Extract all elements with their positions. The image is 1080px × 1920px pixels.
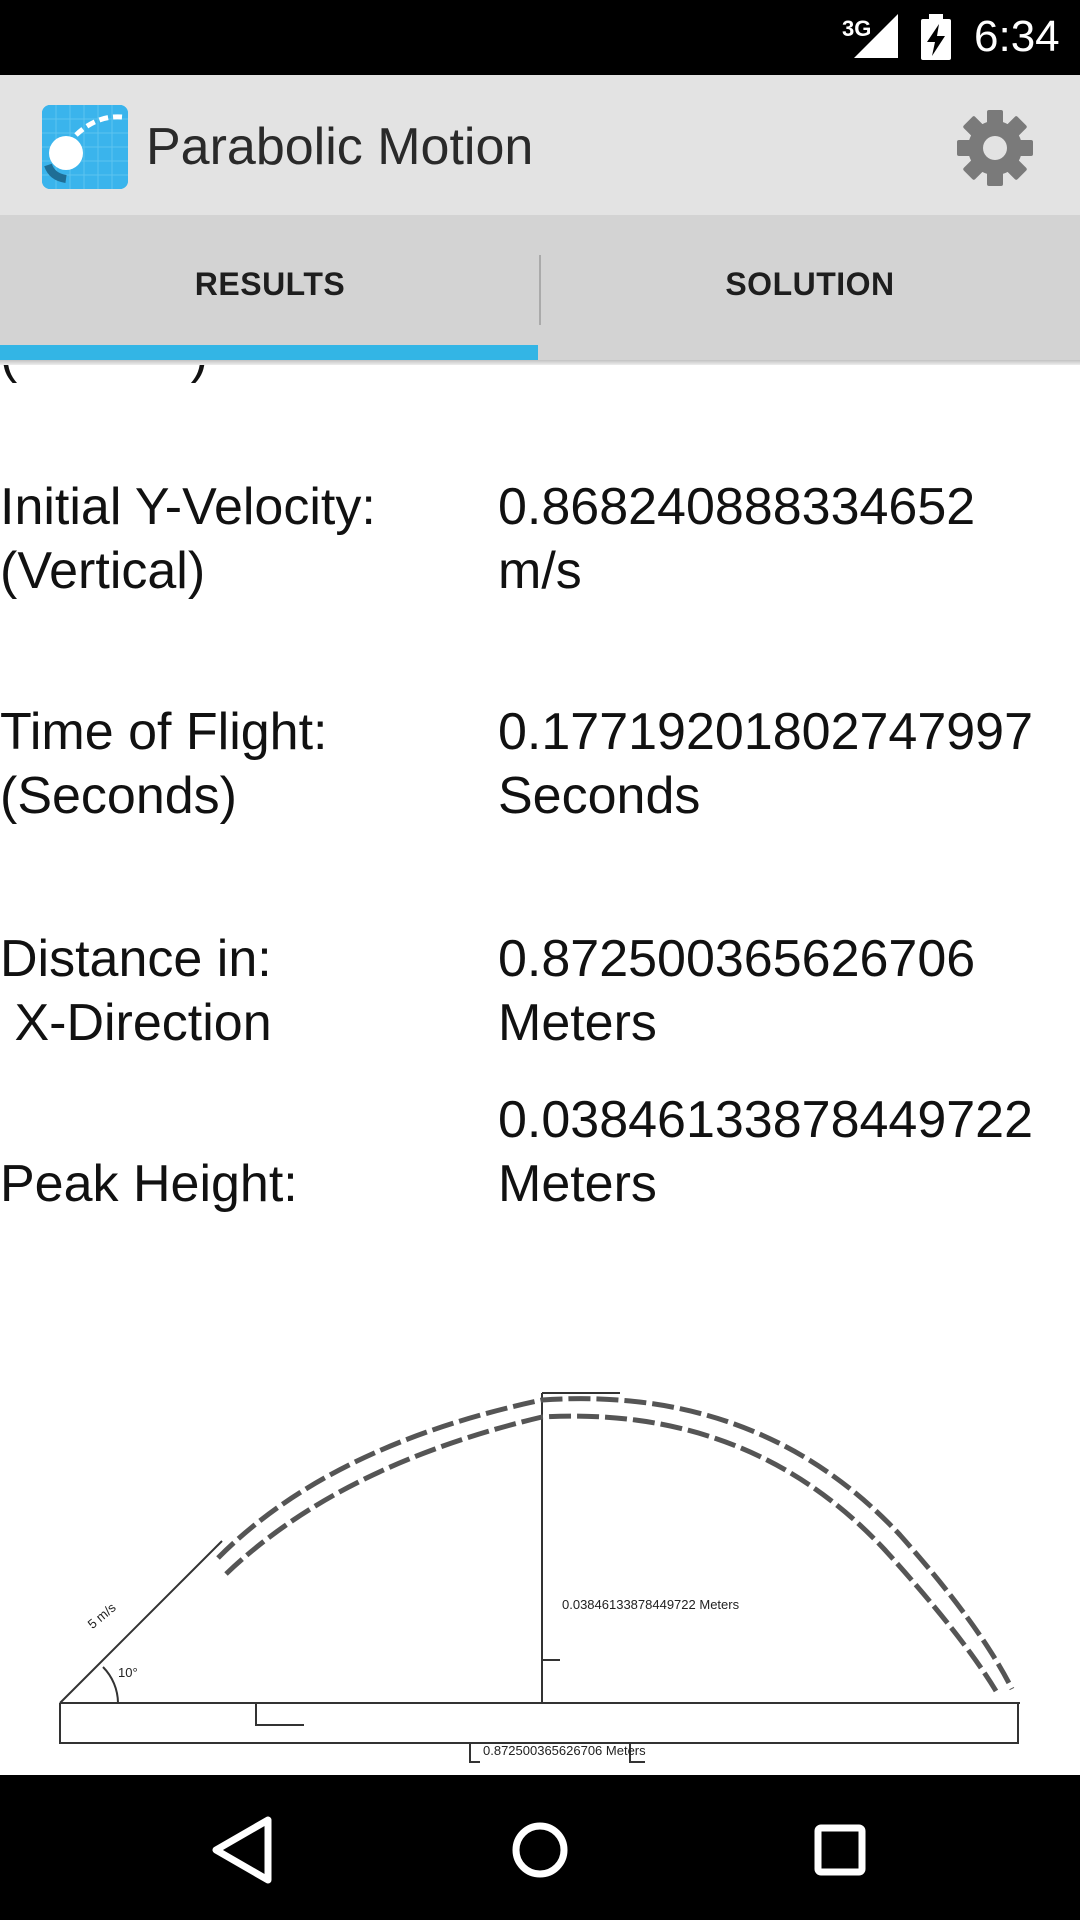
app-logo-icon	[42, 105, 128, 189]
signal-icon	[854, 14, 898, 58]
distance-bracket	[59, 1703, 1019, 1744]
recents-icon[interactable]	[790, 1805, 890, 1895]
clock: 6:34	[974, 12, 1060, 61]
navigation-bar	[0, 1775, 1080, 1920]
result-label: Peak Height:	[0, 1155, 298, 1213]
result-value: 0.17719201802747997 Seconds	[498, 703, 1034, 825]
result-label: Time of Flight: (Seconds)	[0, 703, 328, 825]
peak-height-label: 0.03846133878449722 Meters	[562, 1597, 740, 1612]
tab-bar: RESULTS SOLUTION	[0, 215, 1080, 366]
angle-arc	[102, 1666, 119, 1704]
launch-vector-line	[59, 1540, 223, 1704]
trajectory-path-inner	[224, 1413, 999, 1693]
home-icon[interactable]	[490, 1805, 590, 1895]
velocity-label: 5 m/s	[85, 1599, 119, 1631]
trajectory-diagram: 5 m/s 10° 0.03846133878449722 Meters 0.8…	[59, 1392, 1020, 1763]
tab-results[interactable]: RESULTS	[0, 215, 540, 360]
results-content[interactable]: ( ) Initial Y-Velocity: (Vertical) 0.868…	[0, 365, 1080, 1775]
result-label: Initial Y-Velocity: (Vertical)	[0, 478, 376, 600]
status-bar: 3G 6:34	[0, 0, 1080, 75]
result-value: 0.03846133878449722 Meters	[498, 1091, 1034, 1213]
action-bar: Parabolic Motion	[0, 75, 1080, 215]
selected-tab-indicator	[0, 345, 538, 360]
tab-solution[interactable]: SOLUTION	[540, 215, 1080, 360]
result-label: Distance in: X-Direction	[0, 930, 272, 1052]
result-value: 0.868240888334652 m/s	[498, 478, 976, 600]
app-title: Parabolic Motion	[146, 118, 534, 176]
angle-label: 10°	[118, 1665, 138, 1680]
battery-charging-icon	[921, 14, 951, 60]
distance-label: 0.872500365626706 Meters	[483, 1743, 646, 1758]
trajectory-path-outer	[216, 1396, 1015, 1691]
settings-gear-icon[interactable]	[952, 105, 1038, 191]
back-icon[interactable]	[190, 1805, 290, 1895]
result-value: 0.872500365626706 Meters	[498, 930, 976, 1052]
partially-visible-label: ( )	[0, 365, 208, 385]
